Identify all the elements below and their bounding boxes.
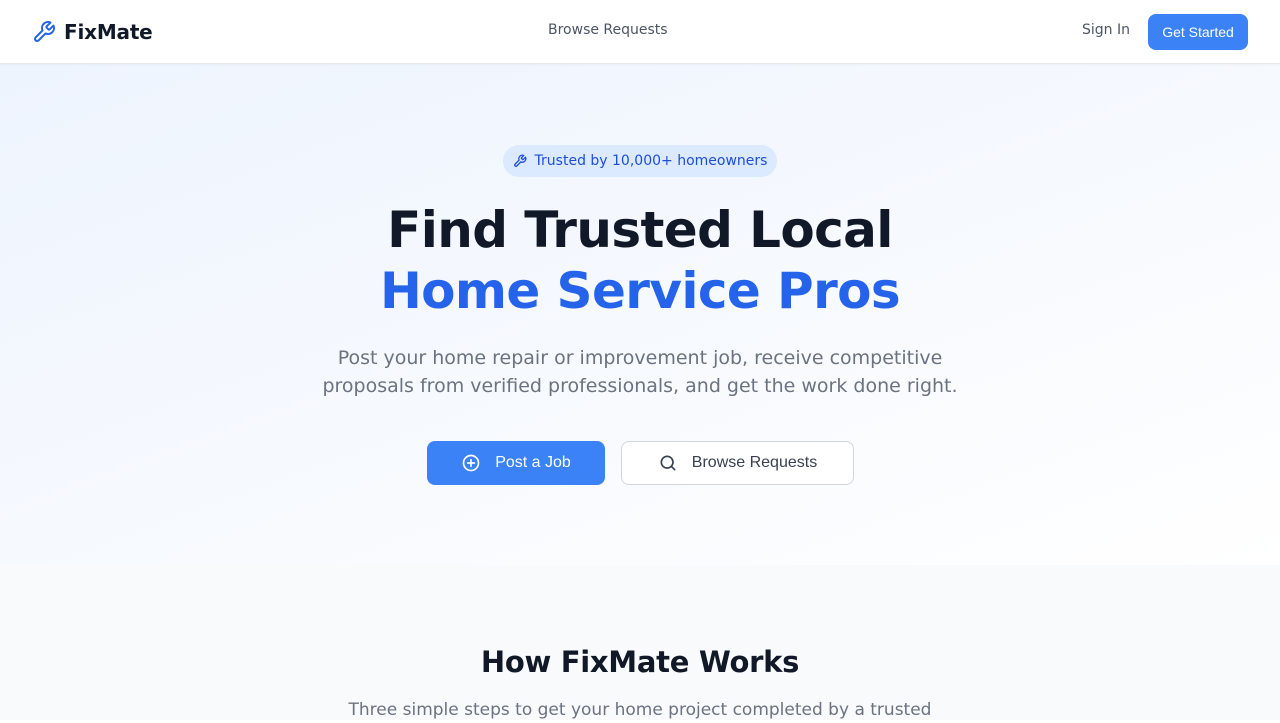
browse-requests-label: Browse Requests (691, 454, 818, 471)
how-it-works-title: How FixMate Works (480, 645, 800, 679)
top-navigation: FixMate Browse Requests Sign In Get Star… (0, 0, 1280, 64)
search-icon (658, 453, 678, 473)
wrench-icon (32, 20, 56, 44)
post-a-job-button[interactable]: Post a Job (427, 441, 605, 485)
how-it-works-subtitle: Three simple steps to get your home proj… (348, 700, 932, 720)
hero-section: Trusted by 10,000+ homeowners Find Trust… (0, 64, 1280, 565)
nav-browse-requests-link[interactable]: Browse Requests (548, 22, 668, 38)
get-started-button[interactable]: Get Started (1148, 14, 1248, 50)
headline-line-2: Home Service Pros (379, 262, 901, 320)
brand-name: FixMate (64, 20, 153, 44)
how-it-works-section: How FixMate Works Three simple steps to … (0, 565, 1280, 720)
brand-logo-link[interactable]: FixMate (32, 18, 153, 46)
plus-circle-icon (461, 453, 481, 473)
hero-headline: Find Trusted Local Home Service Pros (0, 200, 1280, 322)
trust-badge-text: Trusted by 10,000+ homeowners (534, 153, 768, 169)
post-a-job-label: Post a Job (495, 454, 571, 471)
trust-badge: Trusted by 10,000+ homeowners (503, 145, 777, 177)
browse-requests-button[interactable]: Browse Requests (621, 441, 854, 485)
hero-subtext: Post your home repair or improvement job… (322, 347, 958, 397)
sign-in-link[interactable]: Sign In (1082, 22, 1130, 38)
wrench-icon (513, 154, 527, 168)
headline-line-1: Find Trusted Local (387, 201, 893, 259)
